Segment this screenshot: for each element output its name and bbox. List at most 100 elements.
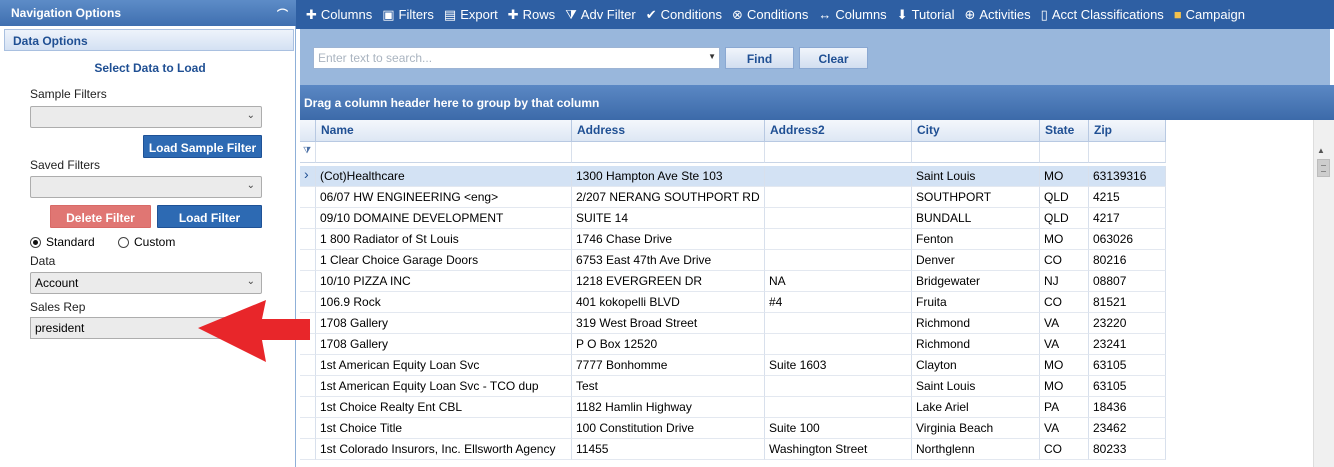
- cell-name: 10/10 PIZZA INC: [316, 271, 572, 292]
- row-indicator: [300, 397, 316, 418]
- column-header-name[interactable]: Name: [316, 120, 572, 142]
- data-options-section[interactable]: Data Options: [4, 29, 294, 51]
- table-row[interactable]: 1st Choice Title 100 Constitution Drive Su…: [300, 418, 1166, 439]
- column-header-zip[interactable]: Zip: [1089, 120, 1166, 142]
- filter-row-funnel[interactable]: ⧩: [300, 142, 316, 163]
- toolbar-button-acct-classifications[interactable]: ▯ Acct Classifications: [1041, 7, 1164, 22]
- search-input[interactable]: Enter text to search... ▼: [313, 47, 720, 69]
- toolbar-button-columns[interactable]: ↔ Columns: [818, 7, 886, 22]
- table-row[interactable]: 1st Colorado Insurors, Inc. Ellsworth Ag…: [300, 439, 1166, 460]
- table-row[interactable]: › (Cot)Healthcare 1300 Hampton Ave Ste 103…: [300, 166, 1166, 187]
- toolbar-button-label: Tutorial: [911, 7, 955, 22]
- toolbar-button-adv-filter[interactable]: ⧩ Adv Filter: [565, 7, 636, 22]
- toolbar-button-export[interactable]: ▤ Export: [444, 7, 498, 22]
- cell-state: MO: [1040, 376, 1089, 397]
- table-row[interactable]: 10/10 PIZZA INC 1218 EVERGREEN DR NA Bridge…: [300, 271, 1166, 292]
- saved-filters-select[interactable]: ⌄: [30, 176, 262, 198]
- chevron-down-icon[interactable]: ▼: [708, 52, 716, 61]
- radio-custom-label: Custom: [134, 235, 176, 249]
- data-select-value: Account: [35, 276, 79, 290]
- toolbar-button-label: Filters: [398, 7, 434, 22]
- group-by-panel[interactable]: Drag a column header here to group by th…: [300, 85, 1334, 120]
- cell-name: 106.9 Rock: [316, 292, 572, 313]
- find-button[interactable]: Find: [725, 47, 794, 69]
- cell-address2: #4: [765, 292, 912, 313]
- toolbar-button-columns[interactable]: ✚ Columns: [306, 7, 372, 22]
- table-row[interactable]: 1st Choice Realty Ent CBL 1182 Hamlin Hig…: [300, 397, 1166, 418]
- funnel-icon[interactable]: ⧩: [303, 145, 311, 156]
- cell-address: P O Box 12520: [572, 334, 765, 355]
- cell-address2: [765, 334, 912, 355]
- search-placeholder: Enter text to search...: [318, 51, 433, 65]
- table-row[interactable]: 1708 Gallery P O Box 12520 Richmond VA 23241: [300, 334, 1166, 355]
- load-sample-filter-button[interactable]: Load Sample Filter: [143, 135, 262, 158]
- column-header-address[interactable]: Address: [572, 120, 765, 142]
- table-row[interactable]: 1 Clear Choice Garage Doors 6753 East 47t…: [300, 250, 1166, 271]
- radio-custom-dot[interactable]: [118, 236, 129, 248]
- table-row[interactable]: 1st American Equity Loan Svc - TCO dup Te…: [300, 376, 1166, 397]
- document-icon: ▯: [1040, 7, 1048, 22]
- cell-state: VA: [1040, 334, 1089, 355]
- funnel-icon: ⧩: [565, 7, 577, 22]
- pin-icon[interactable]: ⌒: [277, 6, 288, 22]
- table-row[interactable]: 1708 Gallery 319 West Broad Street Richmon…: [300, 313, 1166, 334]
- toolbar-button-conditions[interactable]: ⊗ Conditions: [732, 7, 808, 22]
- scroll-up-icon[interactable]: ▲: [1317, 146, 1325, 155]
- vertical-scrollbar[interactable]: ▲: [1313, 120, 1334, 467]
- sample-filters-select[interactable]: ⌄: [30, 106, 262, 128]
- toolbar-button-label: Columns: [835, 7, 887, 22]
- delete-filter-button[interactable]: Delete Filter: [50, 205, 151, 228]
- check-icon: ✔: [645, 7, 657, 22]
- filter-cell-city[interactable]: [912, 142, 1040, 163]
- filter-cell-address2[interactable]: [765, 142, 912, 163]
- data-select[interactable]: Account ⌄: [30, 272, 262, 294]
- data-grid: Name Address Address2 City State Zip ⧩ › (Cot)He…: [300, 120, 1313, 467]
- cell-address2: Suite 100: [765, 418, 912, 439]
- filter-cell-zip[interactable]: [1089, 142, 1166, 163]
- radio-standard[interactable]: Standard: [30, 235, 95, 249]
- chevron-down-icon: ⌄: [246, 110, 255, 121]
- red-arrow-shape: [198, 300, 310, 362]
- toolbar-button-tutorial[interactable]: ⬇ Tutorial: [897, 7, 955, 22]
- row-indicator-header[interactable]: [300, 120, 316, 142]
- radio-standard-label: Standard: [46, 235, 95, 249]
- cell-state: MO: [1040, 355, 1089, 376]
- cell-address2: [765, 187, 912, 208]
- cell-city: Fruita: [912, 292, 1040, 313]
- column-header-address2[interactable]: Address2: [765, 120, 912, 142]
- navigation-options-title: Navigation Options: [11, 6, 122, 20]
- cell-name: 1st Colorado Insurors, Inc. Ellsworth Ag…: [316, 439, 572, 460]
- column-header-state[interactable]: State: [1040, 120, 1089, 142]
- filter-cell-address[interactable]: [572, 142, 765, 163]
- load-filter-button[interactable]: Load Filter: [157, 205, 262, 228]
- toolbar-button-rows[interactable]: ✚ Rows: [508, 7, 555, 22]
- radio-standard-dot[interactable]: [30, 236, 41, 248]
- toolbar-button-campaign[interactable]: ■ Campaign: [1174, 7, 1245, 22]
- cell-address2: [765, 313, 912, 334]
- circle-plus-icon: ⊕: [964, 7, 976, 22]
- cell-address2: [765, 208, 912, 229]
- table-row[interactable]: 1st American Equity Loan Svc 7777 Bonhomm…: [300, 355, 1166, 376]
- cell-address: 1182 Hamlin Highway: [572, 397, 765, 418]
- cell-name: (Cot)Healthcare: [316, 166, 572, 187]
- cell-address: 401 kokopelli BLVD: [572, 292, 765, 313]
- filter-cell-name[interactable]: [316, 142, 572, 163]
- column-header-city[interactable]: City: [912, 120, 1040, 142]
- filter-cell-state[interactable]: [1040, 142, 1089, 163]
- navigation-options-header: Navigation Options ⌒: [0, 0, 296, 26]
- search-bar: Enter text to search... ▼ Find Clear: [300, 29, 1334, 85]
- plus-icon: ✚: [306, 7, 317, 22]
- cell-address: 319 West Broad Street: [572, 313, 765, 334]
- table-row[interactable]: 106.9 Rock 401 kokopelli BLVD #4 Fruita CO 81…: [300, 292, 1166, 313]
- toolbar-button-label: Rows: [522, 7, 556, 22]
- scrollbar-thumb[interactable]: [1317, 159, 1330, 177]
- grid-empty-area: [1166, 120, 1313, 467]
- table-row[interactable]: 06/07 HW ENGINEERING <eng> 2/207 NERANG S…: [300, 187, 1166, 208]
- toolbar-button-conditions[interactable]: ✔ Conditions: [646, 7, 722, 22]
- table-row[interactable]: 1 800 Radiator of St Louis 1746 Chase Dri…: [300, 229, 1166, 250]
- clear-button[interactable]: Clear: [799, 47, 868, 69]
- toolbar-button-activities[interactable]: ⊕ Activities: [964, 7, 1030, 22]
- radio-custom[interactable]: Custom: [118, 235, 175, 249]
- table-row[interactable]: 09/10 DOMAINE DEVELOPMENT SUITE 14 BUNDALL…: [300, 208, 1166, 229]
- toolbar-button-filters[interactable]: ▣ Filters: [382, 7, 434, 22]
